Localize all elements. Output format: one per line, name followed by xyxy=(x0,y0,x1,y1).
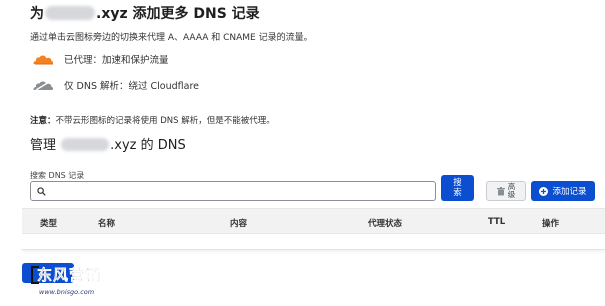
column-header-content: 内容 xyxy=(230,219,248,229)
panel-divider xyxy=(22,244,605,250)
add-record-label: 添加记录 xyxy=(552,187,587,197)
advanced-label: 高 级 xyxy=(508,183,516,199)
search-label: 搜索 DNS 记录 xyxy=(30,171,85,180)
column-header-type[interactable]: 类型 xyxy=(40,217,57,229)
search-field[interactable] xyxy=(30,181,436,201)
search-icon xyxy=(37,186,46,196)
legend-proxied-label: 已代理：加速和保护流量 xyxy=(64,55,169,66)
watermark-url: www.bnisgo.com xyxy=(39,288,95,296)
add-record-button[interactable]: 添加记录 xyxy=(531,181,595,201)
redacted-domain-2 xyxy=(61,138,110,151)
orange-cloud-icon xyxy=(33,55,54,65)
watermark: 东风营销 www.bnisgo.com xyxy=(27,264,117,304)
column-header-name[interactable]: 名称 xyxy=(98,217,115,229)
column-header-ttl[interactable]: TTL xyxy=(488,217,505,227)
dns-table-header: 类型 名称 内容 代理状态 TTL 操作 xyxy=(22,208,605,234)
manage-dns-heading: 管理 .xyz 的 DNS xyxy=(30,134,186,153)
title-prefix: 为 xyxy=(30,6,44,22)
redacted-domain xyxy=(45,6,95,20)
column-header-proxy-status: 代理状态 xyxy=(368,219,403,229)
note-label: 注意： xyxy=(30,116,56,126)
manage-suffix: .xyz 的 DNS xyxy=(110,138,186,153)
trash-icon xyxy=(496,186,505,195)
legend-proxied: 已代理：加速和保护流量 xyxy=(32,52,169,66)
manage-prefix: 管理 xyxy=(30,138,57,153)
page-title: 为 .xyz 添加更多 DNS 记录 xyxy=(30,3,260,23)
title-suffix: .xyz 添加更多 DNS 记录 xyxy=(96,6,260,22)
legend-dns-only: 仅 DNS 解析：绕过 Cloudflare xyxy=(32,78,199,92)
watermark-title: 东风营销 xyxy=(37,266,102,284)
advanced-line2: 级 xyxy=(507,190,516,199)
note-body: 不带云形图标的记录将使用 DNS 解析，但是不能被代理。 xyxy=(55,116,275,126)
search-input[interactable] xyxy=(50,183,435,199)
search-button[interactable]: 搜 索 xyxy=(441,175,474,201)
gray-cloud-icon xyxy=(33,81,54,91)
legend-dns-only-label: 仅 DNS 解析：绕过 Cloudflare xyxy=(64,81,199,92)
page-description: 通过单击云图标旁边的切换来代理 A、AAAA 和 CNAME 记录的流量。 xyxy=(30,33,313,43)
advanced-button[interactable]: 高 级 xyxy=(486,181,526,201)
note-text: 注意：不带云形图标的记录将使用 DNS 解析，但是不能被代理。 xyxy=(30,114,275,126)
column-header-actions: 操作 xyxy=(542,219,560,229)
plus-circle-icon xyxy=(539,186,549,196)
search-button-line1: 搜 xyxy=(453,178,462,188)
search-button-line2: 索 xyxy=(453,188,462,198)
